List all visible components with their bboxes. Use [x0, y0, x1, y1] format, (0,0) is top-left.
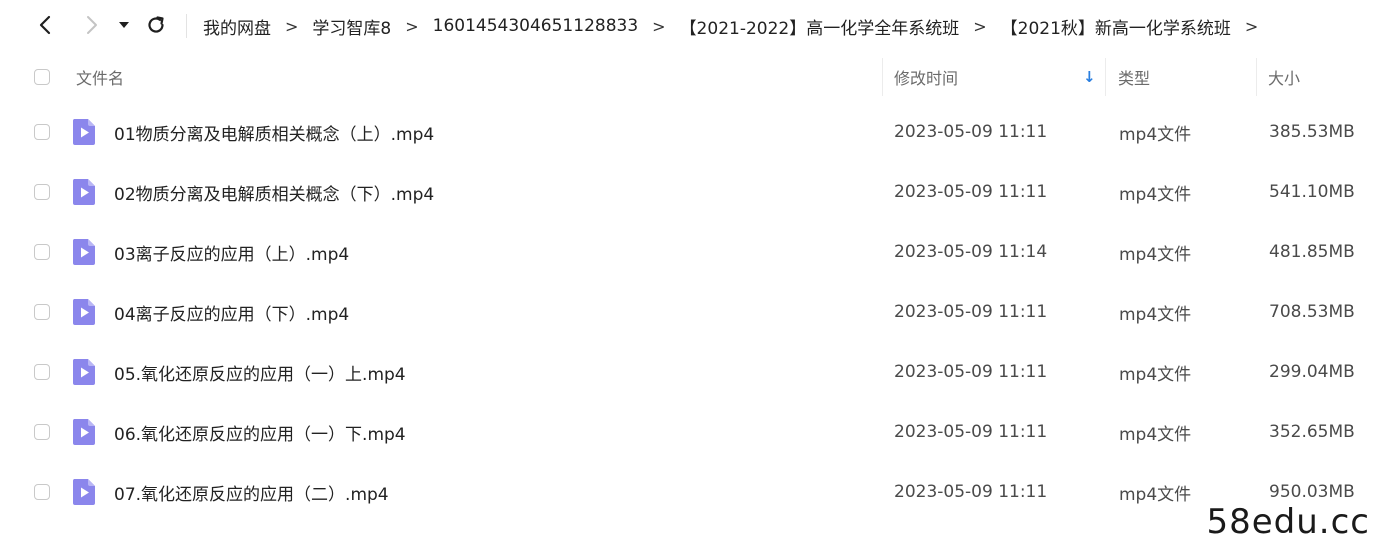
file-name[interactable]: 05.氧化还原反应的应用（一）上.mp4 [114, 342, 406, 402]
row-checkbox[interactable] [34, 184, 50, 200]
refresh-button[interactable] [142, 10, 170, 40]
video-file-icon [72, 119, 95, 145]
toolbar-divider [186, 14, 187, 38]
row-checkbox[interactable] [34, 304, 50, 320]
file-row[interactable]: 04离子反应的应用（下）.mp4 2023-05-09 11:11 mp4文件 708… [0, 282, 1382, 342]
file-type: mp4文件 [1119, 424, 1192, 445]
file-type: mp4文件 [1119, 304, 1192, 325]
file-type: mp4文件 [1119, 484, 1192, 505]
file-modified-time: 2023-05-09 11:11 [894, 362, 1048, 382]
file-list-header: 文件名 修改时间 ↓ 类型 大小 [0, 52, 1382, 102]
file-modified-time: 2023-05-09 11:11 [894, 302, 1048, 322]
file-type: mp4文件 [1119, 124, 1192, 145]
row-checkbox[interactable] [34, 484, 50, 500]
breadcrumb-separator: > [405, 16, 419, 36]
file-modified-time: 2023-05-09 11:11 [894, 122, 1048, 142]
breadcrumb: 我的网盘 > 学习智库8 > 1601454304651128833 > 【20… [203, 14, 1272, 39]
forward-button[interactable] [78, 10, 106, 40]
chevron-right-icon [87, 16, 97, 34]
column-header-size[interactable]: 大小 [1268, 52, 1300, 102]
row-checkbox[interactable] [34, 244, 50, 260]
file-type: mp4文件 [1119, 364, 1192, 385]
file-row[interactable]: 07.氧化还原反应的应用（二）.mp4 2023-05-09 11:11 mp4文件… [0, 462, 1382, 522]
row-checkbox[interactable] [34, 364, 50, 380]
file-modified-time: 2023-05-09 11:14 [894, 242, 1048, 262]
column-divider [1256, 58, 1257, 96]
watermark-text: 58edu.cc [1206, 502, 1370, 542]
file-row[interactable]: 03离子反应的应用（上）.mp4 2023-05-09 11:14 mp4文件 481… [0, 222, 1382, 282]
video-file-icon [72, 239, 95, 265]
file-name[interactable]: 01物质分离及电解质相关概念（上）.mp4 [114, 102, 434, 162]
file-name[interactable]: 03离子反应的应用（上）.mp4 [114, 222, 349, 282]
row-checkbox[interactable] [34, 424, 50, 440]
chevron-left-icon [39, 15, 51, 35]
breadcrumb-separator: > [652, 16, 666, 36]
file-row[interactable]: 02物质分离及电解质相关概念（下）.mp4 2023-05-09 11:11 mp4… [0, 162, 1382, 222]
file-name[interactable]: 06.氧化还原反应的应用（一）下.mp4 [114, 402, 406, 462]
column-header-type[interactable]: 类型 [1118, 52, 1150, 102]
file-row[interactable]: 05.氧化还原反应的应用（一）上.mp4 2023-05-09 11:11 mp4文… [0, 342, 1382, 402]
file-size: 541.10MB [1269, 182, 1355, 202]
column-header-name[interactable]: 文件名 [76, 52, 124, 102]
breadcrumb-item[interactable]: 我的网盘 [203, 14, 271, 39]
file-size: 299.04MB [1269, 362, 1355, 382]
breadcrumb-item[interactable]: 1601454304651128833 [433, 16, 639, 36]
breadcrumb-item[interactable]: 【2021秋】新高一化学系统班 [1001, 14, 1231, 39]
file-modified-time: 2023-05-09 11:11 [894, 422, 1048, 442]
video-file-icon [72, 179, 95, 205]
select-all-checkbox[interactable] [34, 69, 50, 85]
breadcrumb-item[interactable]: 学习智库8 [312, 14, 391, 39]
toolbar: 我的网盘 > 学习智库8 > 1601454304651128833 > 【20… [0, 0, 1382, 52]
file-row[interactable]: 06.氧化还原反应的应用（一）下.mp4 2023-05-09 11:11 mp4文… [0, 402, 1382, 462]
column-divider [882, 58, 883, 96]
file-name[interactable]: 07.氧化还原反应的应用（二）.mp4 [114, 462, 389, 522]
caret-down-icon [119, 22, 129, 28]
file-type: mp4文件 [1119, 184, 1192, 205]
file-row[interactable]: 01物质分离及电解质相关概念（上）.mp4 2023-05-09 11:11 mp4… [0, 102, 1382, 162]
video-file-icon [72, 479, 95, 505]
video-file-icon [72, 299, 95, 325]
breadcrumb-separator: > [285, 16, 299, 36]
file-size: 481.85MB [1269, 242, 1355, 262]
history-dropdown-button[interactable] [112, 10, 136, 40]
video-file-icon [72, 359, 95, 385]
refresh-icon [148, 16, 164, 33]
file-name[interactable]: 04离子反应的应用（下）.mp4 [114, 282, 349, 342]
breadcrumb-item[interactable]: 【2021-2022】高一化学全年系统班 [680, 14, 960, 39]
file-name[interactable]: 02物质分离及电解质相关概念（下）.mp4 [114, 162, 434, 222]
file-size: 352.65MB [1269, 422, 1355, 442]
row-checkbox[interactable] [34, 124, 50, 140]
back-button[interactable] [31, 10, 59, 40]
file-type: mp4文件 [1119, 244, 1192, 265]
file-modified-time: 2023-05-09 11:11 [894, 182, 1048, 202]
video-file-icon [72, 419, 95, 445]
file-modified-time: 2023-05-09 11:11 [894, 482, 1048, 502]
breadcrumb-separator: > [1244, 16, 1259, 36]
breadcrumb-separator: > [973, 16, 987, 36]
column-divider [1105, 58, 1106, 96]
column-header-modified[interactable]: 修改时间 [894, 52, 958, 102]
file-size: 385.53MB [1269, 122, 1355, 142]
file-size: 708.53MB [1269, 302, 1355, 322]
sort-desc-icon[interactable]: ↓ [1083, 52, 1096, 102]
